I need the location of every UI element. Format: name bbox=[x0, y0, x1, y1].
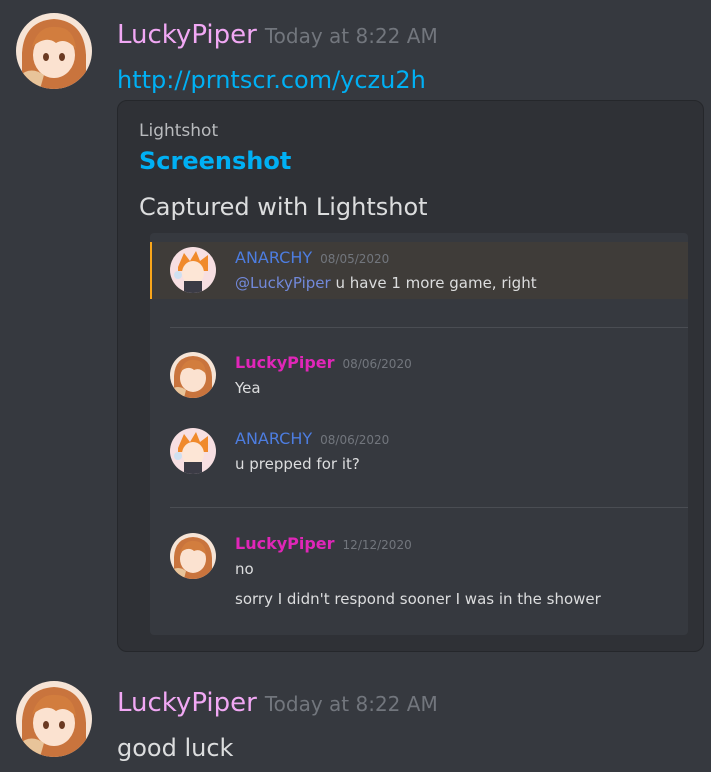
user-mention: @LuckyPiper bbox=[235, 274, 331, 292]
message-timestamp: Today at 8:22 AM bbox=[264, 692, 438, 716]
screenshot-date: 08/05/2020 bbox=[320, 252, 390, 266]
anarchy-avatar-icon bbox=[170, 247, 216, 293]
embed-provider: Lightshot bbox=[139, 121, 219, 141]
avatar bbox=[170, 428, 216, 474]
message-header: LuckyPiper Today at 8:22 AM bbox=[117, 20, 438, 50]
screenshot-author: ANARCHY bbox=[235, 248, 313, 267]
screenshot-message-header: LuckyPiper 08/06/2020 bbox=[235, 353, 412, 372]
embed-title[interactable]: Screenshot bbox=[139, 147, 291, 175]
screenshot-date: 08/06/2020 bbox=[320, 433, 390, 447]
luckypiper-avatar-icon bbox=[16, 681, 92, 757]
screenshot-message-text: sorry I didn't respond sooner I was in t… bbox=[235, 590, 601, 608]
message-author[interactable]: LuckyPiper bbox=[117, 688, 257, 718]
screenshot-message-header: ANARCHY 08/06/2020 bbox=[235, 429, 389, 448]
message-text: good luck bbox=[117, 734, 234, 762]
screenshot-author: ANARCHY bbox=[235, 429, 313, 448]
screenshot-date: 08/06/2020 bbox=[342, 357, 412, 371]
screenshot-message-text: no bbox=[235, 560, 254, 578]
screenshot-text: u have 1 more game, right bbox=[335, 274, 537, 292]
avatar[interactable] bbox=[16, 13, 92, 89]
mention-highlight-bar bbox=[150, 242, 152, 299]
screenshot-message-header: ANARCHY 08/05/2020 bbox=[235, 248, 389, 267]
screenshot-date: 12/12/2020 bbox=[342, 538, 412, 552]
screenshot-message-text: Yea bbox=[235, 379, 261, 397]
screenshot-message-text: u prepped for it? bbox=[235, 455, 360, 473]
luckypiper-avatar-icon bbox=[16, 13, 92, 89]
avatar[interactable] bbox=[16, 681, 92, 757]
message-link[interactable]: http://prntscr.com/yczu2h bbox=[117, 66, 426, 94]
embed-image[interactable]: ANARCHY 08/05/2020 @LuckyPiper u have 1 m… bbox=[150, 233, 688, 635]
screenshot-author: LuckyPiper bbox=[235, 353, 335, 372]
avatar bbox=[170, 533, 216, 579]
luckypiper-avatar-icon bbox=[170, 533, 216, 579]
message-author[interactable]: LuckyPiper bbox=[117, 20, 257, 50]
screenshot-message-text: @LuckyPiper u have 1 more game, right bbox=[235, 274, 537, 292]
message-header: LuckyPiper Today at 8:22 AM bbox=[117, 688, 438, 718]
divider bbox=[170, 507, 688, 508]
avatar bbox=[170, 352, 216, 398]
luckypiper-avatar-icon bbox=[170, 352, 216, 398]
screenshot-message-header: LuckyPiper 12/12/2020 bbox=[235, 534, 412, 553]
divider bbox=[170, 327, 688, 328]
chat-view: LuckyPiper Today at 8:22 AM http://prntsc… bbox=[0, 0, 711, 772]
embed-description: Captured with Lightshot bbox=[139, 193, 428, 221]
screenshot-author: LuckyPiper bbox=[235, 534, 335, 553]
avatar bbox=[170, 247, 216, 293]
message-timestamp: Today at 8:22 AM bbox=[264, 24, 438, 48]
anarchy-avatar-icon bbox=[170, 428, 216, 474]
